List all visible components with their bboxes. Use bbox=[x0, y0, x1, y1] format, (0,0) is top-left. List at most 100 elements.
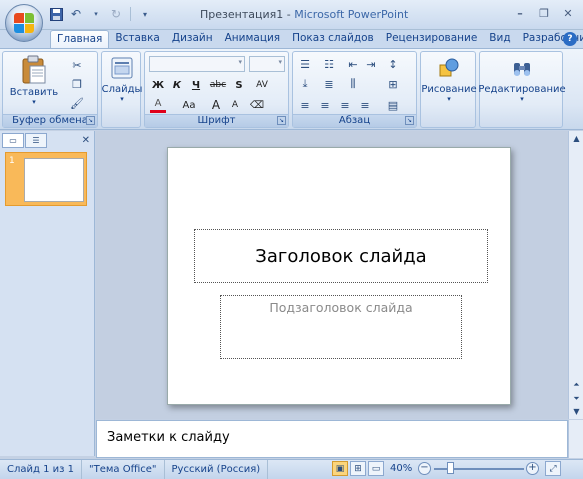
shadow-button[interactable]: S bbox=[231, 77, 247, 93]
smartart-icon[interactable]: ⊞ bbox=[385, 76, 401, 92]
tab-review[interactable]: Рецензирование bbox=[380, 30, 484, 48]
zoom-slider-thumb[interactable] bbox=[447, 462, 454, 474]
minimize-icon[interactable]: – bbox=[509, 5, 531, 22]
office-button[interactable] bbox=[5, 4, 43, 42]
italic-button[interactable]: К bbox=[169, 77, 185, 93]
tab-slideshow[interactable]: Показ слайдов bbox=[286, 30, 380, 48]
align-center-icon[interactable]: ≡ bbox=[317, 97, 333, 113]
language[interactable]: Русский (Россия) bbox=[165, 459, 269, 479]
chevron-down-icon: ▾ bbox=[520, 95, 524, 103]
columns-icon[interactable]: ⫼ bbox=[345, 76, 361, 92]
paste-icon bbox=[22, 55, 46, 84]
undo-icon[interactable]: ↶ bbox=[68, 6, 84, 22]
slide-number: 1 bbox=[9, 156, 15, 166]
bullets-icon[interactable]: ☰ bbox=[297, 56, 313, 72]
font-name-dropdown[interactable]: ▾ bbox=[149, 56, 245, 72]
align-left-icon[interactable]: ≡ bbox=[297, 97, 313, 113]
group-drawing: Рисование ▾ bbox=[420, 51, 477, 128]
underline-button[interactable]: Ч bbox=[188, 77, 204, 93]
font-size-dropdown[interactable]: ▾ bbox=[249, 56, 285, 72]
clipboard-launcher-icon[interactable]: ↘ bbox=[86, 116, 95, 125]
slide-canvas: Заголовок слайда Подзаголовок слайда bbox=[96, 131, 568, 419]
scroll-up-icon[interactable]: ▲ bbox=[570, 132, 583, 145]
paragraph-launcher-icon[interactable]: ↘ bbox=[405, 116, 414, 125]
quick-access-toolbar: ↶ ▾ ↻ ▾ bbox=[48, 6, 153, 22]
save-icon[interactable] bbox=[48, 6, 64, 22]
zoom-level[interactable]: 40% bbox=[390, 463, 412, 474]
fit-to-window-icon[interactable]: ⤢ bbox=[545, 461, 561, 476]
format-painter-icon[interactable]: 🖌 bbox=[69, 95, 85, 111]
title-placeholder[interactable]: Заголовок слайда bbox=[194, 229, 488, 283]
notes-scrollbar[interactable] bbox=[568, 420, 583, 458]
editing-button[interactable]: Редактирование ▾ bbox=[478, 57, 566, 103]
chevron-down-icon: ▾ bbox=[32, 98, 36, 106]
group-font: ▾ ▾ Ж К Ч abc S AV A Aa A A ⌫ Шрифт ↘ bbox=[144, 51, 289, 128]
redo-icon[interactable]: ↻ bbox=[108, 6, 124, 22]
window-title: Презентация1 - Microsoft PowerPoint bbox=[200, 8, 409, 21]
char-spacing-button[interactable]: AV bbox=[251, 77, 273, 93]
undo-dropdown-icon[interactable]: ▾ bbox=[88, 6, 104, 22]
numbering-icon[interactable]: ☷ bbox=[321, 56, 337, 72]
group-slides: Слайды ▾ bbox=[101, 51, 142, 128]
slides-tab-icon[interactable]: ▭ bbox=[2, 133, 24, 148]
tab-design[interactable]: Дизайн bbox=[166, 30, 219, 48]
font-launcher-icon[interactable]: ↘ bbox=[277, 116, 286, 125]
drawing-button[interactable]: Рисование ▾ bbox=[421, 57, 477, 103]
help-icon[interactable]: ? bbox=[563, 32, 577, 46]
slideshow-view-icon[interactable]: ▭ bbox=[368, 461, 384, 476]
slide-sorter-icon[interactable]: ⊞ bbox=[350, 461, 366, 476]
font-color-button[interactable]: A bbox=[150, 97, 166, 113]
shapes-icon bbox=[439, 58, 459, 77]
outline-tab-icon[interactable]: ☰ bbox=[25, 133, 47, 148]
group-editing: Редактирование ▾ bbox=[478, 51, 566, 128]
tab-animation[interactable]: Анимация bbox=[219, 30, 287, 48]
text-direction-icon[interactable]: ⤓ bbox=[297, 76, 313, 92]
strikethrough-button[interactable]: abc bbox=[208, 77, 228, 93]
copy-icon[interactable]: ❐ bbox=[69, 76, 85, 92]
notes-pane[interactable]: Заметки к слайду bbox=[96, 420, 568, 458]
bold-button[interactable]: Ж bbox=[150, 77, 166, 93]
line-spacing-icon[interactable]: ↕ bbox=[385, 56, 401, 72]
vertical-scrollbar[interactable]: ▲ ⏶ ⏷ ▼ bbox=[568, 131, 583, 419]
title-bar: ↶ ▾ ↻ ▾ Презентация1 - Microsoft PowerPo… bbox=[0, 0, 583, 30]
tab-home[interactable]: Главная bbox=[50, 30, 110, 48]
group-label-paragraph: Абзац bbox=[293, 114, 416, 127]
grow-font-button[interactable]: A bbox=[208, 97, 224, 113]
zoom-in-icon[interactable]: + bbox=[526, 462, 539, 475]
binoculars-icon bbox=[514, 63, 530, 76]
slide: Заголовок слайда Подзаголовок слайда bbox=[167, 147, 511, 405]
align-text-icon[interactable]: ≣ bbox=[321, 76, 337, 92]
customize-qat-icon[interactable]: ▾ bbox=[137, 6, 153, 22]
subtitle-placeholder[interactable]: Подзаголовок слайда bbox=[220, 295, 462, 359]
prev-slide-icon[interactable]: ⏶ bbox=[570, 378, 583, 391]
ribbon-tabs: Главная Вставка Дизайн Анимация Показ сл… bbox=[0, 30, 583, 48]
chevron-down-icon: ▾ bbox=[120, 95, 124, 103]
change-case-button[interactable]: Aa bbox=[178, 97, 200, 113]
shrink-font-button[interactable]: A bbox=[227, 97, 243, 113]
clear-format-icon[interactable]: ⌫ bbox=[249, 97, 265, 113]
distributed-icon[interactable]: ▤ bbox=[385, 97, 401, 113]
slides-button[interactable]: Слайды ▾ bbox=[102, 57, 142, 103]
close-panel-icon[interactable]: ✕ bbox=[82, 135, 90, 146]
align-right-icon[interactable]: ≡ bbox=[337, 97, 353, 113]
cut-icon[interactable]: ✂ bbox=[69, 57, 85, 73]
tab-view[interactable]: Вид bbox=[483, 30, 516, 48]
justify-icon[interactable]: ≡ bbox=[357, 97, 373, 113]
office-logo-icon bbox=[14, 13, 34, 33]
scroll-down-icon[interactable]: ▼ bbox=[570, 405, 583, 418]
chevron-down-icon: ▾ bbox=[278, 58, 282, 66]
panel-tabs: ▭ ☰ bbox=[2, 133, 93, 149]
slide-thumbnail[interactable]: 1 bbox=[5, 152, 87, 206]
tab-insert[interactable]: Вставка bbox=[109, 30, 166, 48]
paste-button[interactable]: Вставить ▾ bbox=[10, 55, 58, 106]
close-icon[interactable]: ✕ bbox=[557, 5, 579, 22]
zoom-out-icon[interactable]: − bbox=[418, 462, 431, 475]
normal-view-icon[interactable]: ▣ bbox=[332, 461, 348, 476]
group-paragraph: ☰ ☷ ⇤ ⇥ ↕ ⤓ ≣ ⫼ ⊞ ≡ ≡ ≡ ≡ ▤ Абзац ↘ bbox=[292, 51, 417, 128]
ribbon: Вставить ▾ ✂ ❐ 🖌 Буфер обмена ↘ Слайды ▾… bbox=[0, 48, 583, 130]
decrease-indent-icon[interactable]: ⇤ bbox=[345, 56, 361, 72]
next-slide-icon[interactable]: ⏷ bbox=[570, 392, 583, 405]
restore-icon[interactable]: ❐ bbox=[533, 5, 555, 22]
increase-indent-icon[interactable]: ⇥ bbox=[363, 56, 379, 72]
theme-name: "Тема Office" bbox=[82, 459, 165, 479]
